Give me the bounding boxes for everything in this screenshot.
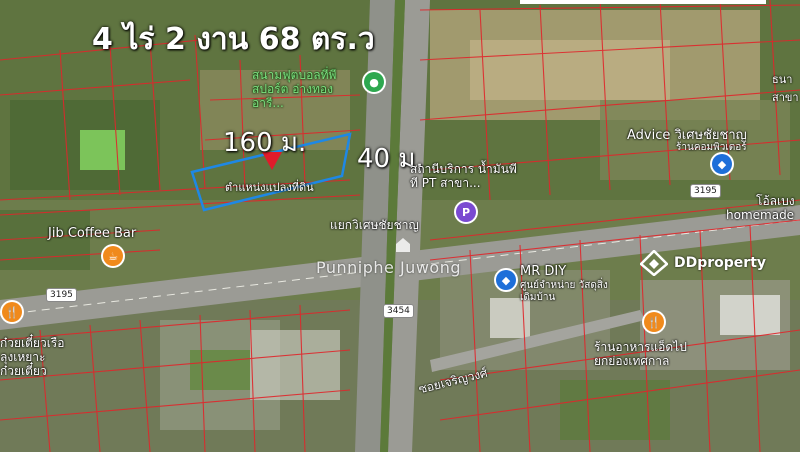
top-edge-bar [520, 0, 766, 4]
restaurant-icon-2[interactable]: 🍴 [2, 302, 22, 322]
restaurant-label: ร้านอาหารแอ็ดไป ยกย่องเทศกาล [594, 340, 687, 368]
advice-sub-label: ร้านคอมพิวเตอร์ [676, 142, 747, 153]
length-label: 160 ม. [223, 128, 307, 158]
route-shield-3454: 3454 [383, 304, 414, 318]
watermark-home-icon [396, 238, 410, 252]
right-edge-label: โอ้ลเบง [756, 194, 795, 208]
jib-coffee-label: Jib Coffee Bar [48, 226, 137, 241]
store-icon[interactable]: ◆ [712, 154, 732, 174]
mrdiy-sub-label: ศูนย์จำหน่าย วัสดุสิ่งเดิมบ้าน [520, 280, 608, 303]
park-icon[interactable]: ● [364, 72, 384, 92]
football-field-label: สนามฟุตบอลที่พี สปอร์ต อ่างทอง อารี... [252, 68, 337, 110]
gas-station-icon[interactable]: P [456, 202, 476, 222]
watermark-text: Punniphe Juwong [316, 258, 461, 277]
route-shield-3195-east: 3195 [690, 184, 721, 198]
ddproperty-brand: DDproperty [640, 250, 766, 276]
noodle-label: ก๋วยเตี๋ยวเรือ ลุงเหยาะ ก๋วยเตี๋ยว [0, 336, 65, 378]
plot-location-label: ตำแหน่งแปลงที่ดิน [225, 181, 314, 194]
coffee-icon[interactable]: ☕ [103, 246, 123, 266]
ddproperty-label: DDproperty [674, 255, 767, 271]
plot-area-title: 4 ไร่ 2 งาน 68 ตร.ว [92, 22, 375, 57]
gas-station-label: สถานีบริการ น้ำมันพีที PT สาขา... [410, 162, 517, 190]
store-icon-2[interactable]: ◆ [496, 270, 516, 290]
bank-label: ธนา สาขา [772, 73, 799, 104]
restaurant-icon[interactable]: 🍴 [644, 312, 664, 332]
junction-label: แยกวิเศษชัยชาญ [330, 218, 419, 232]
ddproperty-logo-icon [640, 250, 668, 276]
mrdiy-label: MR DIY [520, 264, 567, 279]
route-shield-3195-west: 3195 [46, 288, 77, 302]
